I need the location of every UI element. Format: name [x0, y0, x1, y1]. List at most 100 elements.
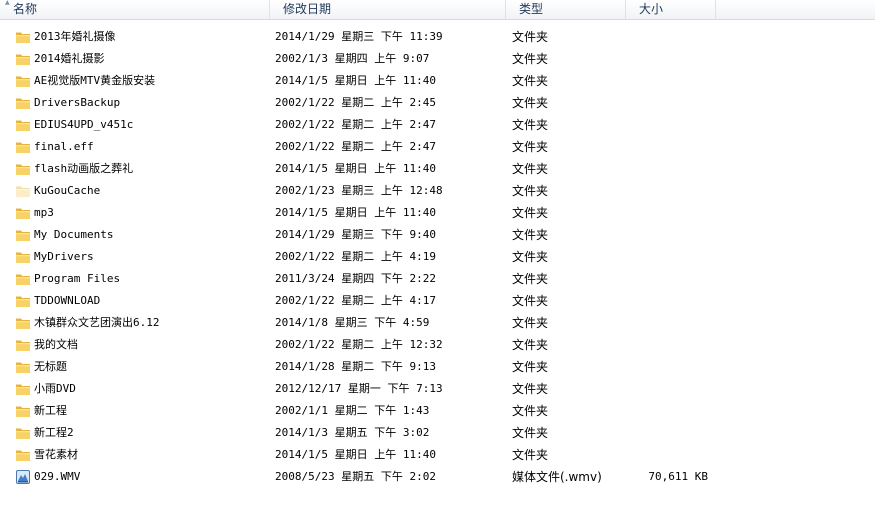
folder-icon: [15, 139, 31, 155]
file-size: 70,611 KB: [648, 470, 708, 483]
file-name: flash动画版之葬礼: [34, 162, 134, 175]
file-row[interactable]: TDDOWNLOAD 2002/1/22 星期二 上午 4:17 文件夹: [0, 290, 875, 312]
file-type: 文件夹: [512, 228, 549, 242]
file-name: 029.WMV: [34, 470, 81, 483]
file-row[interactable]: 新工程 2002/1/1 星期二 下午 1:43 文件夹: [0, 400, 875, 422]
folder-icon: [15, 381, 31, 397]
folder-icon: [15, 403, 31, 419]
file-row[interactable]: mp3 2014/1/5 星期日 上午 11:40 文件夹: [0, 202, 875, 224]
file-row[interactable]: 029.WMV 2008/5/23 星期五 下午 2:02 媒体文件(.wmv)…: [0, 466, 875, 488]
file-size: [628, 92, 708, 114]
file-row[interactable]: 雪花素材 2014/1/5 星期日 上午 11:40 文件夹: [0, 444, 875, 466]
file-size: [628, 422, 708, 444]
folder-icon: [15, 227, 31, 243]
file-size: [628, 356, 708, 378]
file-name: 小雨DVD: [34, 382, 76, 395]
folder-icon: [15, 249, 31, 265]
file-size: [628, 378, 708, 400]
file-row[interactable]: 无标题 2014/1/28 星期二 下午 9:13 文件夹: [0, 356, 875, 378]
file-type: 文件夹: [512, 206, 549, 220]
file-row[interactable]: Program Files 2011/3/24 星期四 下午 2:22 文件夹: [0, 268, 875, 290]
file-row[interactable]: flash动画版之葬礼 2014/1/5 星期日 上午 11:40 文件夹: [0, 158, 875, 180]
file-date: 2002/1/22 星期二 上午 2:45: [275, 96, 436, 109]
file-size: [628, 114, 708, 136]
file-row[interactable]: EDIUS4UPD_v451c 2002/1/22 星期二 上午 2:47 文件…: [0, 114, 875, 136]
file-size: [628, 48, 708, 70]
file-name: AE视觉版MTV黄金版安装: [34, 74, 156, 87]
folder-icon: [15, 73, 31, 89]
file-type: 文件夹: [512, 360, 549, 374]
file-row[interactable]: final.eff 2002/1/22 星期二 上午 2:47 文件夹: [0, 136, 875, 158]
file-name: 雪花素材: [34, 448, 78, 461]
folder-icon: [15, 315, 31, 331]
file-size: [628, 70, 708, 92]
file-type: 文件夹: [512, 52, 549, 66]
file-type: 文件夹: [512, 74, 549, 88]
file-size: [628, 136, 708, 158]
folder-icon: [15, 95, 31, 111]
folder-icon: [15, 205, 31, 221]
column-header-size[interactable]: 大小: [626, 0, 716, 19]
column-header-size-label: 大小: [639, 2, 664, 16]
folder-icon: [15, 425, 31, 441]
column-header-date[interactable]: 修改日期: [270, 0, 506, 19]
file-type: 文件夹: [512, 272, 549, 286]
file-type: 文件夹: [512, 162, 549, 176]
file-type: 文件夹: [512, 184, 549, 198]
file-size: [628, 180, 708, 202]
file-type: 文件夹: [512, 426, 549, 440]
file-row[interactable]: MyDrivers 2002/1/22 星期二 上午 4:19 文件夹: [0, 246, 875, 268]
file-row[interactable]: 2014婚礼摄影 2002/1/3 星期四 上午 9:07 文件夹: [0, 48, 875, 70]
file-row[interactable]: 新工程2 2014/1/3 星期五 下午 3:02 文件夹: [0, 422, 875, 444]
file-row[interactable]: 木镇群众文艺团演出6.12 2014/1/8 星期三 下午 4:59 文件夹: [0, 312, 875, 334]
folder-icon: [15, 359, 31, 375]
file-name: 无标题: [34, 360, 67, 373]
file-name: 新工程2: [34, 426, 74, 439]
file-size: [628, 158, 708, 180]
file-row[interactable]: 2013年婚礼摄像 2014/1/29 星期三 下午 11:39 文件夹: [0, 26, 875, 48]
file-row[interactable]: My Documents 2014/1/29 星期三 下午 9:40 文件夹: [0, 224, 875, 246]
file-date: 2014/1/29 星期三 下午 9:40: [275, 228, 436, 241]
file-size: [628, 224, 708, 246]
file-date: 2002/1/22 星期二 上午 12:32: [275, 338, 443, 351]
file-row[interactable]: 我的文档 2002/1/22 星期二 上午 12:32 文件夹: [0, 334, 875, 356]
file-row[interactable]: AE视觉版MTV黄金版安装 2014/1/5 星期日 上午 11:40 文件夹: [0, 70, 875, 92]
file-type: 文件夹: [512, 382, 549, 396]
file-row[interactable]: 小雨DVD 2012/12/17 星期一 下午 7:13 文件夹: [0, 378, 875, 400]
file-type: 文件夹: [512, 448, 549, 462]
file-name: My Documents: [34, 228, 114, 241]
file-date: 2002/1/22 星期二 上午 4:19: [275, 250, 436, 263]
file-date: 2014/1/8 星期三 下午 4:59: [275, 316, 430, 329]
file-size: [628, 312, 708, 334]
file-type: 文件夹: [512, 316, 549, 330]
file-date: 2002/1/1 星期二 下午 1:43: [275, 404, 430, 417]
file-type: 文件夹: [512, 404, 549, 418]
file-size: [628, 290, 708, 312]
file-size: [628, 246, 708, 268]
folder-icon: [15, 29, 31, 45]
file-date: 2011/3/24 星期四 下午 2:22: [275, 272, 436, 285]
file-date: 2014/1/3 星期五 下午 3:02: [275, 426, 430, 439]
folder-icon: [15, 337, 31, 353]
column-header-name[interactable]: ▲ 名称: [0, 0, 270, 19]
file-date: 2014/1/5 星期日 上午 11:40: [275, 448, 436, 461]
folder-icon: [15, 447, 31, 463]
media-file-icon: [15, 469, 31, 485]
file-type: 文件夹: [512, 338, 549, 352]
column-header-type-label: 类型: [519, 2, 544, 16]
file-name: DriversBackup: [34, 96, 121, 109]
file-date: 2014/1/29 星期三 下午 11:39: [275, 30, 443, 43]
column-header-type[interactable]: 类型: [506, 0, 626, 19]
file-name: KuGouCache: [34, 184, 101, 197]
file-type: 文件夹: [512, 118, 549, 132]
folder-icon: [15, 271, 31, 287]
file-name: final.eff: [34, 140, 94, 153]
file-date: 2008/5/23 星期五 下午 2:02: [275, 470, 436, 483]
file-name: 新工程: [34, 404, 67, 417]
folder-icon: [15, 293, 31, 309]
file-type: 文件夹: [512, 96, 549, 110]
file-name: 木镇群众文艺团演出6.12: [34, 316, 160, 329]
file-row[interactable]: DriversBackup 2002/1/22 星期二 上午 2:45 文件夹: [0, 92, 875, 114]
file-row[interactable]: KuGouCache 2002/1/23 星期三 上午 12:48 文件夹: [0, 180, 875, 202]
file-size: [628, 26, 708, 48]
